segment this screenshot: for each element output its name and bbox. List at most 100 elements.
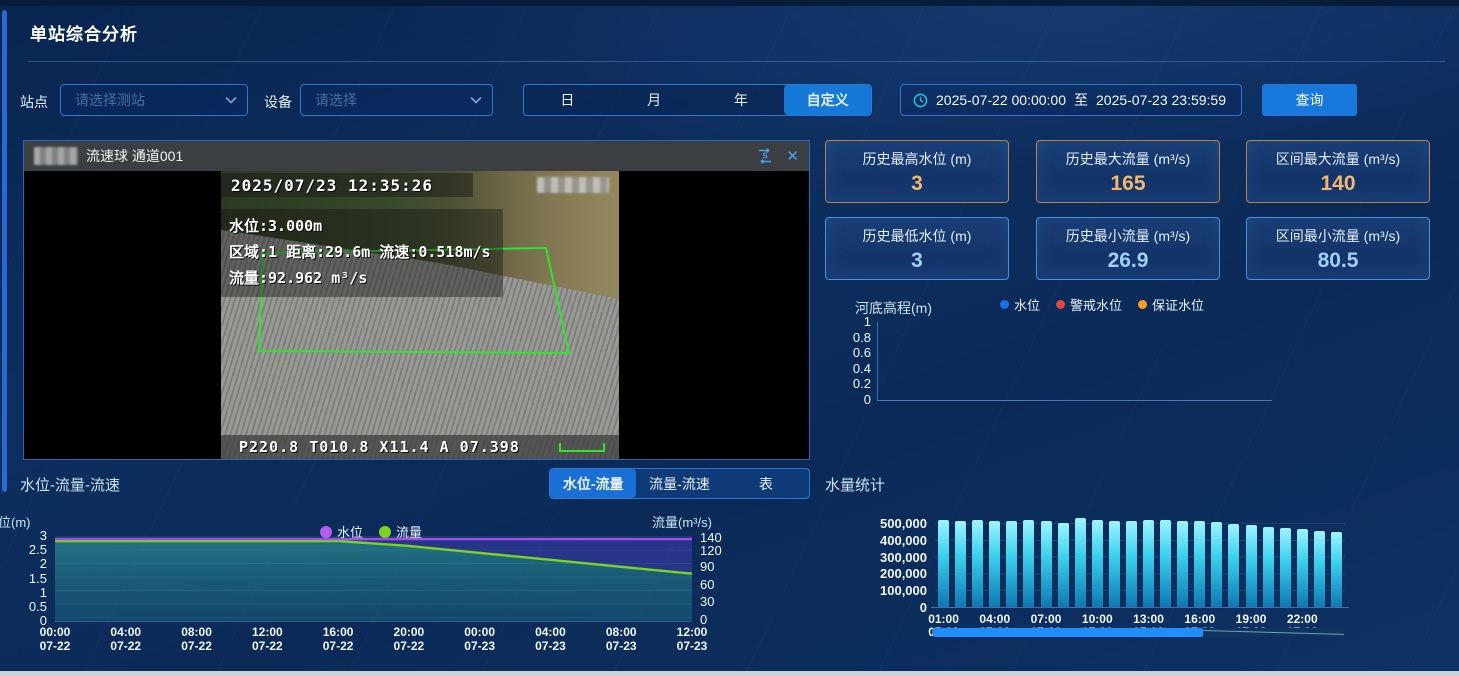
stat-value: 140 [1247, 172, 1429, 196]
station-select[interactable]: 请选择测站 [60, 84, 248, 116]
water-volume-bar [1297, 529, 1308, 607]
close-icon[interactable]: ✕ [786, 147, 799, 165]
flow-axis-tick-label: 90 [700, 559, 734, 574]
date-range-picker[interactable]: 2025-07-22 00:00:00 至 2025-07-23 23:59:5… [900, 84, 1242, 116]
water-volume-bar [972, 520, 983, 607]
stat-label: 区间最大流量 (m³/s) [1247, 149, 1429, 169]
x-tick-time: 12:00 [662, 625, 722, 639]
stat-card-history-min-flow: 历史最小流量 (m³/s) 26.9 [1036, 217, 1220, 280]
water-volume-bar [1092, 520, 1103, 607]
water-volume-bar [1160, 520, 1171, 607]
legend-dot [1138, 300, 1147, 309]
device-select-placeholder: 请选择 [315, 90, 470, 110]
station-label: 站点 [20, 92, 48, 112]
x-tick-time: 08:00 [167, 625, 227, 639]
level-flow-panel: 水位-流量-流速 水位-流量 流量-流速 表 水位(m) 流量(m³/s) 水位… [0, 462, 816, 676]
stat-label: 历史最大流量 (m³/s) [1037, 149, 1219, 169]
redacted-station-name [34, 147, 78, 165]
date-separator: 至 [1074, 90, 1088, 110]
dashboard-root: 单站综合分析 站点 请选择测站 设备 请选择 日 月 年 自定义 2025-07… [0, 0, 1459, 676]
x-tick-date: 07-23 [591, 639, 651, 653]
x-tick-time: 08:00 [591, 625, 651, 639]
period-custom-button[interactable]: 自定义 [784, 85, 871, 115]
water-volume-bar [1143, 520, 1154, 607]
stat-value: 3 [826, 172, 1008, 196]
svg-text:S: S [763, 152, 769, 161]
legend-item-guarantee-level[interactable]: 保证水位 [1138, 295, 1204, 314]
stat-card-history-min-level: 历史最低水位 (m) 3 [825, 217, 1009, 280]
x-tick-date: 07-22 [379, 639, 439, 653]
riverbed-y-tick-label: 0.2 [845, 376, 871, 391]
level-flow-series-svg [55, 536, 692, 621]
water-volume-bar [1075, 518, 1086, 608]
data-zoom-shadow-line [1203, 630, 1344, 635]
water-stats-y-tick-label: 300,000 [835, 550, 927, 565]
legend-item-warning-level[interactable]: 警戒水位 [1056, 295, 1122, 314]
water-volume-bar [1246, 525, 1257, 607]
video-osd-readings: 水位:3.000m 区域:1 距离:29.6m 流速:0.518m/s 流量:9… [221, 209, 503, 297]
stat-card-interval-min-flow: 区间最小流量 (m³/s) 80.5 [1246, 217, 1430, 280]
stat-value: 26.9 [1037, 249, 1219, 273]
x-tick-time: 04:00 [96, 625, 156, 639]
video-title: 流速球 通道001 [86, 146, 748, 166]
water-stats-y-tick-label: 100,000 [835, 583, 927, 598]
tab-table[interactable]: 表 [723, 469, 809, 498]
water-volume-bar [1211, 522, 1222, 607]
stat-card-interval-max-flow: 区间最大流量 (m³/s) 140 [1246, 140, 1430, 203]
level-flow-plot[interactable]: 32.521.510.50 1401209060300 00:0007-2204… [55, 536, 692, 621]
period-year-button[interactable]: 年 [698, 85, 785, 115]
water-volume-bar [1194, 521, 1205, 607]
water-volume-bar [938, 520, 949, 607]
riverbed-y-tick-label: 0.6 [845, 345, 871, 360]
station-select-placeholder: 请选择测站 [75, 90, 225, 110]
redacted-watermark [537, 177, 609, 193]
osd-water-level: 水位:3.000m [229, 213, 491, 239]
legend-label: 水位 [1014, 295, 1040, 314]
water-volume-bar [1331, 532, 1342, 607]
tab-flow-velocity[interactable]: 流量-流速 [636, 469, 722, 498]
riverbed-y-tick-label: 0.8 [845, 330, 871, 345]
data-zoom-slider[interactable] [933, 628, 1345, 637]
stat-label: 历史最小流量 (m³/s) [1037, 226, 1219, 246]
video-panel: 流速球 通道001 S ✕ 2025/07/23 12:35:26 [23, 140, 810, 460]
water-volume-bar [1314, 531, 1325, 607]
period-day-button[interactable]: 日 [524, 85, 611, 115]
stat-label: 历史最高水位 (m) [826, 149, 1008, 169]
level-axis-tick-label: 3 [9, 528, 47, 543]
osd-area-distance-velocity: 区域:1 距离:29.6m 流速:0.518m/s [229, 239, 491, 265]
level-axis-tick-label: 2 [9, 556, 47, 571]
water-volume-bar [1041, 521, 1052, 607]
date-end: 2025-07-23 23:59:59 [1096, 92, 1226, 108]
stat-value: 80.5 [1247, 249, 1429, 273]
riverbed-legend: 水位 警戒水位 保证水位 [1000, 295, 1204, 314]
water-stats-plot[interactable]: 500,000400,000300,000200,000100,0000 01:… [935, 523, 1345, 607]
water-volume-bar [1058, 523, 1069, 607]
chevron-down-icon [470, 96, 482, 104]
query-button[interactable]: 查询 [1262, 84, 1357, 116]
x-tick-date: 07-22 [237, 639, 297, 653]
level-axis-tick-label: 0.5 [9, 599, 47, 614]
flow-axis-tick-label: 60 [700, 577, 734, 592]
water-volume-bar [955, 521, 966, 607]
tab-level-flow[interactable]: 水位-流量 [550, 469, 636, 498]
device-select[interactable]: 请选择 [300, 84, 493, 116]
stat-card-history-max-flow: 历史最大流量 (m³/s) 165 [1036, 140, 1220, 203]
stream-switch-icon[interactable]: S [756, 148, 774, 164]
data-zoom-filled-range[interactable] [933, 628, 1203, 637]
x-tick-date: 07-23 [520, 639, 580, 653]
riverbed-y-tick-label: 1 [845, 314, 871, 329]
video-frame: 2025/07/23 12:35:26 水位:3.000m 区域:1 距离:29… [221, 171, 619, 459]
riverbed-y-tick-label: 0.4 [845, 361, 871, 376]
riverbed-y-tick-label: 0 [845, 392, 871, 407]
left-scrollbar-accent[interactable] [2, 10, 7, 492]
flow-axis-tick-label: 30 [700, 594, 734, 609]
period-month-button[interactable]: 月 [611, 85, 698, 115]
water-stats-y-tick-label: 400,000 [835, 533, 927, 548]
x-tick-date: 07-22 [167, 639, 227, 653]
water-volume-bar [1263, 527, 1274, 608]
legend-item-water-level[interactable]: 水位 [1000, 295, 1040, 314]
water-volume-bar [1228, 524, 1239, 607]
water-stats-title: 水量统计 [825, 474, 885, 495]
video-body[interactable]: 2025/07/23 12:35:26 水位:3.000m 区域:1 距离:29… [24, 171, 809, 459]
water-volume-bar [1023, 520, 1034, 607]
